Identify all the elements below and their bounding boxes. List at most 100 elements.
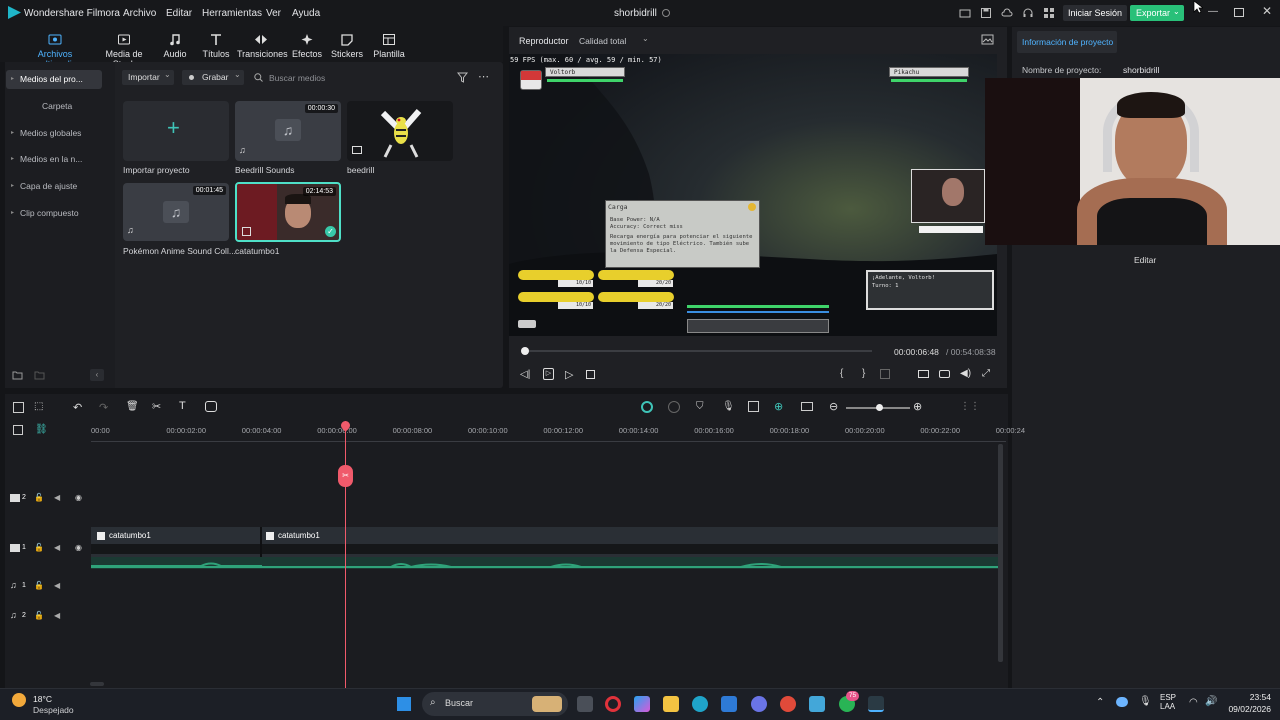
- search-input[interactable]: Buscar medios: [269, 73, 429, 83]
- lock-icon[interactable]: 🔓: [34, 581, 44, 590]
- lock-icon[interactable]: 🔓: [34, 611, 44, 620]
- speaker-icon[interactable]: ◀: [54, 611, 60, 620]
- scissors-icon[interactable]: ✂: [338, 465, 354, 487]
- menu-ayuda[interactable]: Ayuda: [292, 8, 320, 19]
- media-item-beedrill[interactable]: [347, 101, 453, 161]
- minimize-button[interactable]: —: [1206, 6, 1220, 20]
- new-folder-icon[interactable]: [12, 370, 23, 380]
- tab-transitions[interactable]: Transiciones: [237, 33, 288, 59]
- tray-cloud-icon[interactable]: [1116, 697, 1128, 707]
- menu-herramientas[interactable]: Herramientas: [202, 8, 262, 19]
- import-dropdown[interactable]: Importar ⌄: [122, 70, 174, 85]
- microphone-icon[interactable]: 🎙: [722, 401, 735, 412]
- scrubber-handle[interactable]: [521, 347, 529, 355]
- mark-out-icon[interactable]: }: [862, 368, 865, 379]
- zoom-out-icon[interactable]: ⊖: [829, 400, 838, 413]
- edge-icon[interactable]: [692, 696, 708, 712]
- delete-icon[interactable]: 🗑: [126, 401, 139, 412]
- zoom-in-icon[interactable]: ⊕: [913, 400, 922, 413]
- play-button[interactable]: ▷: [565, 368, 573, 381]
- play-icon[interactable]: ▷: [543, 368, 554, 380]
- edit-button[interactable]: Editar: [1134, 255, 1156, 265]
- playback-scrubber[interactable]: [524, 350, 872, 352]
- sidebar-item-adjustment-layer[interactable]: ▸ Capa de ajuste: [6, 177, 102, 196]
- quality-dropdown[interactable]: Calidad total ⌄: [579, 34, 653, 48]
- maximize-button[interactable]: [1234, 8, 1244, 17]
- add-track-icon[interactable]: [13, 425, 23, 435]
- select-tool-icon[interactable]: ⬚: [34, 401, 43, 412]
- start-button[interactable]: [396, 696, 412, 712]
- input-language[interactable]: ESP LAA: [1160, 693, 1182, 715]
- export-button[interactable]: Exportar ⌄: [1130, 5, 1184, 21]
- video-clip[interactable]: catatumbo1 catatumbo1: [91, 527, 998, 557]
- camera-icon[interactable]: [939, 370, 950, 378]
- sidebar-item-cloud-media[interactable]: ▸ Medios en la n...: [6, 150, 102, 169]
- speaker-icon[interactable]: ◀: [54, 543, 60, 552]
- file-explorer-icon[interactable]: [663, 696, 679, 712]
- tab-audio[interactable]: Audio: [160, 33, 190, 59]
- subtitle-icon[interactable]: [801, 402, 813, 411]
- snap-icon[interactable]: ⊕: [774, 400, 783, 413]
- eye-icon[interactable]: ◉: [75, 493, 82, 502]
- tray-mic-icon[interactable]: 🎙: [1139, 696, 1152, 707]
- store-icon[interactable]: [721, 696, 737, 712]
- clock[interactable]: 23:54 09/02/2026: [1225, 692, 1271, 714]
- opera-icon[interactable]: [605, 696, 621, 712]
- eye-icon[interactable]: ◉: [75, 543, 82, 552]
- media-item-beedrill-sounds[interactable]: 00:00:30 ♫ ♫: [235, 101, 341, 161]
- redo-icon[interactable]: ↷: [99, 401, 108, 414]
- text-tool-icon[interactable]: T: [179, 400, 186, 412]
- split-icon[interactable]: ✂: [152, 400, 161, 413]
- stop-button[interactable]: [586, 370, 595, 379]
- more-options-icon[interactable]: ⋯: [478, 70, 489, 83]
- playhead[interactable]: ✂: [338, 419, 354, 688]
- speaker-tray-icon[interactable]: 🔊: [1205, 696, 1217, 707]
- fullscreen-icon[interactable]: ⤢: [982, 368, 990, 379]
- play-range-icon[interactable]: [668, 401, 680, 413]
- crop-icon[interactable]: [205, 401, 217, 412]
- save-icon[interactable]: [980, 7, 992, 19]
- tab-titles[interactable]: Títulos: [200, 33, 232, 59]
- copilot-icon[interactable]: [634, 696, 650, 712]
- collapse-sidebar-button[interactable]: ‹: [90, 369, 104, 381]
- lock-icon[interactable]: 🔓: [34, 543, 44, 552]
- render-preview-icon[interactable]: [641, 401, 653, 413]
- player-tab[interactable]: Reproductor: [519, 36, 569, 46]
- record-dropdown[interactable]: Grabar ⌄: [182, 70, 244, 85]
- prev-frame-icon[interactable]: ◁|: [520, 369, 530, 380]
- task-view-icon[interactable]: [577, 696, 593, 712]
- auto-edit-icon[interactable]: [748, 401, 759, 412]
- tab-template[interactable]: Plantilla: [370, 33, 408, 59]
- discord-icon[interactable]: [751, 696, 767, 712]
- headset-icon[interactable]: [1022, 7, 1034, 19]
- filter-icon[interactable]: [457, 72, 469, 83]
- mark-in-icon[interactable]: {: [840, 368, 843, 379]
- speaker-icon[interactable]: ◀: [54, 493, 60, 502]
- zoom-slider-handle[interactable]: [876, 404, 883, 411]
- menu-ver[interactable]: Ver: [266, 8, 281, 19]
- chrome-icon[interactable]: [780, 696, 796, 712]
- menu-editar[interactable]: Editar: [166, 8, 192, 19]
- taskbar-search[interactable]: ⌕ Buscar: [422, 692, 568, 716]
- layout-grid-icon[interactable]: [13, 402, 24, 413]
- tray-chevron-icon[interactable]: ⌃: [1096, 697, 1104, 708]
- sidebar-item-folder[interactable]: Carpeta: [6, 97, 102, 116]
- sidebar-item-project-media[interactable]: ▸ Medios del pro...: [6, 70, 102, 89]
- tab-stickers[interactable]: Stickers: [331, 33, 363, 59]
- monitor-icon[interactable]: [918, 370, 929, 378]
- media-item-pokemon-sounds[interactable]: 00:01:45 ♫ ♫: [123, 183, 229, 241]
- shield-icon[interactable]: ⛉: [696, 401, 704, 412]
- sidebar-item-global-media[interactable]: ▸ Medios globales: [6, 124, 102, 143]
- notepad-icon[interactable]: [809, 696, 825, 712]
- close-button[interactable]: ✕: [1260, 4, 1274, 18]
- timeline-vertical-scrollbar[interactable]: [998, 444, 1003, 662]
- import-project-tile[interactable]: +: [123, 101, 229, 161]
- undo-icon[interactable]: ↶: [73, 401, 82, 414]
- layout-icon[interactable]: [959, 7, 971, 19]
- volume-icon[interactable]: ◀): [960, 368, 971, 379]
- tab-effects[interactable]: Efectos: [290, 33, 324, 59]
- media-item-catatumbo1[interactable]: 02:14:53 ✓: [235, 182, 341, 242]
- snapshot-view-icon[interactable]: [981, 34, 994, 45]
- audio-waveform[interactable]: [91, 557, 998, 569]
- timeline-settings-icon[interactable]: ⋮⋮: [960, 401, 980, 412]
